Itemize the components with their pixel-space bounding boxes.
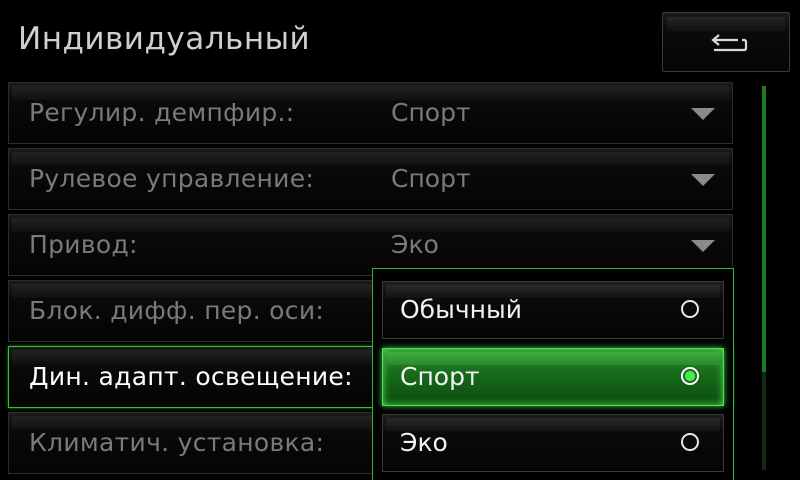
option-eco[interactable]: Эко	[382, 414, 724, 472]
option-label: Спорт	[400, 362, 480, 391]
setting-label: Регулир. демпфир.:	[29, 98, 295, 127]
option-label: Обычный	[400, 295, 522, 324]
setting-label: Рулевое управление:	[29, 164, 315, 193]
setting-label: Дин. адапт. освещение:	[29, 362, 353, 391]
setting-label: Климатич. установка:	[29, 428, 325, 457]
radio-icon	[681, 433, 699, 451]
chevron-down-icon	[691, 240, 715, 252]
chevron-down-icon	[691, 174, 715, 186]
scrollbar[interactable]	[762, 86, 766, 470]
scrollbar-thumb[interactable]	[762, 86, 766, 372]
setting-row-steering[interactable]: Рулевое управление: Спорт	[8, 148, 733, 210]
screen: Индивидуальный Регулир. демпфир.: Спорт …	[0, 0, 800, 480]
setting-value: Спорт	[391, 164, 471, 193]
options-dropdown: Обычный Спорт Эко	[372, 268, 734, 480]
back-button[interactable]	[662, 12, 790, 72]
setting-label: Блок. дифф. пер. оси:	[29, 296, 325, 325]
radio-selected-icon	[681, 367, 699, 385]
option-sport[interactable]: Спорт	[382, 348, 724, 406]
chevron-down-icon	[691, 108, 715, 120]
page-title: Индивидуальный	[18, 21, 311, 57]
option-normal[interactable]: Обычный	[382, 281, 724, 339]
setting-row-drive[interactable]: Привод: Эко	[8, 214, 733, 276]
return-arrow-icon	[711, 34, 748, 52]
radio-icon	[681, 300, 699, 318]
setting-label: Привод:	[29, 230, 138, 259]
setting-value: Эко	[391, 230, 439, 259]
option-label: Эко	[400, 428, 448, 457]
setting-row-damping[interactable]: Регулир. демпфир.: Спорт	[8, 82, 733, 144]
setting-value: Спорт	[391, 98, 471, 127]
